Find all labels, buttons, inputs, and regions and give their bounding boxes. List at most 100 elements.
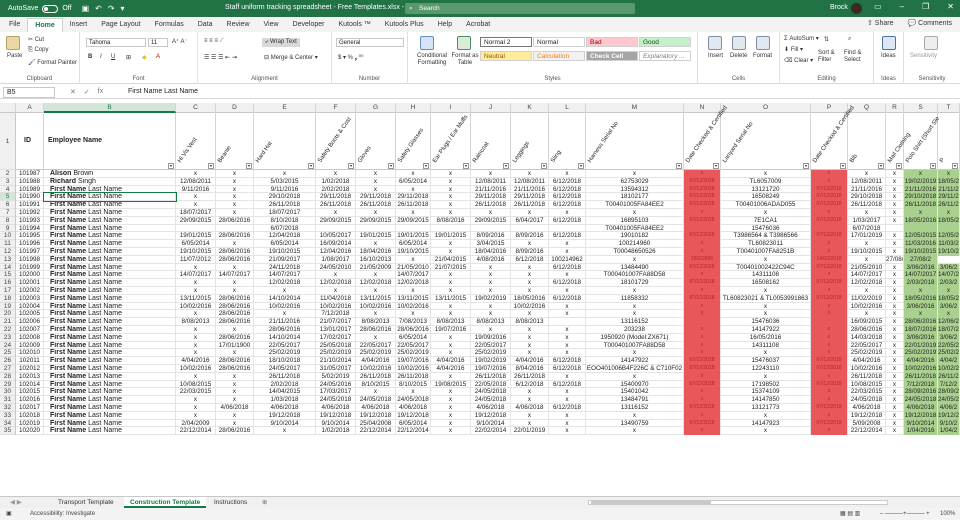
menu-tab-home[interactable]: Home — [27, 18, 63, 32]
share-button[interactable]: ⇧ Share — [867, 19, 894, 27]
cell-S[interactable]: 18/07/2016 — [904, 325, 938, 334]
cell-K[interactable]: x — [511, 325, 549, 334]
cell-H[interactable]: 6/05/2014 — [396, 240, 431, 248]
cell-F[interactable]: 12/02/2018 — [316, 279, 356, 287]
cell-id[interactable]: 102000 — [16, 271, 44, 280]
cell-R[interactable]: 27/08/2015 — [886, 255, 904, 264]
cell-I[interactable]: x — [431, 185, 471, 194]
cell-P[interactable]: x — [811, 427, 848, 436]
cell-D[interactable]: x — [216, 193, 254, 202]
filter-dropdown-icon[interactable]: ▾ — [803, 163, 809, 169]
cell-I[interactable]: x — [431, 302, 471, 311]
cell-O[interactable]: 16508162 — [721, 279, 811, 287]
row-header[interactable]: 5 — [0, 193, 15, 202]
cell-C[interactable]: x — [176, 403, 216, 412]
cancel-icon[interactable]: ✕ — [70, 88, 76, 96]
cell-id[interactable]: 101988 — [16, 177, 44, 186]
cell-J[interactable]: x — [471, 263, 511, 272]
cell-T[interactable]: 18/05/2 — [938, 216, 960, 225]
format-cells-icon[interactable] — [756, 36, 770, 50]
cell-P[interactable]: x — [811, 325, 848, 334]
cell-H[interactable]: 12/02/2018 — [396, 279, 431, 287]
row-header[interactable]: 30 — [0, 388, 15, 397]
cell-C[interactable] — [176, 224, 216, 233]
sheet-tab-transport[interactable]: Transport Template — [52, 497, 120, 508]
cell-N[interactable]: 67/12/2018 — [684, 357, 721, 365]
column-header-E[interactable]: E — [254, 103, 316, 113]
cell-C[interactable]: 19/10/2015 — [176, 247, 216, 256]
cell-J[interactable]: 19/02/2019 — [471, 357, 511, 365]
cell-N[interactable]: x — [684, 240, 721, 248]
cell-I[interactable]: x — [431, 247, 471, 256]
cell-Q[interactable]: 10/02/2016 — [848, 302, 886, 311]
filter-dropdown-icon[interactable]: ▾ — [423, 163, 429, 169]
cell-I[interactable]: x — [431, 419, 471, 428]
cell-employee-name[interactable]: First Name Last Name — [44, 427, 176, 436]
cell-K[interactable]: 4/06/2018 — [511, 403, 549, 412]
cell-employee-name[interactable]: First Name Last Name — [44, 201, 176, 209]
cell-employee-name[interactable]: First Name Last Name — [43, 192, 177, 203]
cell-id[interactable]: 102018 — [16, 411, 44, 420]
cell-J[interactable]: x — [471, 279, 511, 287]
header-col-J[interactable]: Raincoat ▾ — [471, 113, 511, 170]
menu-tab-insert[interactable]: Insert — [63, 18, 95, 32]
cell-employee-name[interactable]: First Name Last Name — [44, 411, 176, 420]
format-as-table-button[interactable]: Format as Table — [450, 53, 480, 67]
cell-J[interactable]: 26/11/2018 — [471, 201, 511, 209]
cell-Q[interactable]: 6/07/2018 — [848, 224, 886, 233]
cell-D[interactable]: 28/06/2016 — [216, 364, 254, 373]
cell-P[interactable]: x — [811, 411, 848, 420]
cell-O[interactable]: x — [721, 349, 811, 358]
filter-dropdown-icon[interactable]: ▾ — [308, 163, 314, 169]
cell-J[interactable]: 29/11/2018 — [471, 193, 511, 202]
cell-K[interactable]: 6/12/2018 — [511, 255, 549, 264]
cell-P[interactable]: x — [811, 247, 848, 256]
cell-L[interactable]: x — [549, 286, 586, 295]
comments-button[interactable]: 💬 Comments — [907, 19, 952, 27]
cell-P[interactable]: x — [811, 388, 848, 397]
cell-R[interactable]: x — [886, 388, 904, 397]
menu-tab-acrobat[interactable]: Acrobat — [459, 18, 497, 32]
cell-S[interactable]: 26/11/2018 — [904, 201, 938, 209]
cell-C[interactable]: 13/11/2015 — [176, 294, 216, 303]
cell-T[interactable]: 28/09/2 — [938, 388, 960, 397]
cell-employee-name[interactable]: First Name Last Name — [44, 232, 176, 241]
row-header[interactable]: 15 — [0, 271, 15, 280]
cell-E[interactable]: 26/11/2018 — [254, 201, 316, 209]
cell-Q[interactable]: 12/08/2011 — [848, 177, 886, 186]
cell-I[interactable]: x — [431, 403, 471, 412]
cell-C[interactable]: x — [176, 372, 216, 381]
cell-Q[interactable]: 21/11/2016 — [848, 185, 886, 194]
cell-G[interactable]: 25/02/2019 — [356, 349, 396, 358]
number-format-icons[interactable]: $ ▾ % ❟ ⁰⁰ — [338, 54, 364, 62]
cell-E[interactable]: 6/07/2018 — [254, 224, 316, 233]
cell-R[interactable]: x — [886, 419, 904, 428]
cell-E[interactable]: 6/05/2014 — [254, 240, 316, 248]
cell-E[interactable]: 26/11/2018 — [254, 372, 316, 381]
cell-F[interactable]: x — [316, 170, 356, 178]
cell-M[interactable]: T000401007FA88D58 — [586, 271, 684, 280]
column-header-G[interactable]: G — [356, 103, 396, 113]
cell-N[interactable]: x — [684, 310, 721, 319]
cell-E[interactable]: 14/04/2015 — [254, 388, 316, 397]
cell-P[interactable]: x — [811, 349, 848, 358]
cell-id[interactable]: 101989 — [16, 185, 44, 194]
header-col-H[interactable]: Safety Glasses ▾ — [396, 113, 431, 170]
header-col-N[interactable]: Date Checked & Certified ▾ — [684, 105, 729, 170]
cell-N[interactable]: x — [684, 247, 721, 256]
cell-D[interactable]: 28/06/2016 — [216, 318, 254, 326]
cell-J[interactable]: 4/06/2018 — [471, 403, 511, 412]
cell-P[interactable]: x — [811, 177, 848, 186]
cell-S[interactable]: 14/07/2017 — [904, 271, 938, 280]
cell-Q[interactable]: x — [848, 310, 886, 319]
row-header[interactable]: 21 — [0, 318, 15, 326]
cell-H[interactable] — [396, 224, 431, 233]
column-header-K[interactable]: K — [511, 103, 549, 113]
header-col-Q[interactable]: Bib ▾ — [848, 113, 886, 170]
cell-Q[interactable]: 12/02/2018 — [848, 279, 886, 287]
autosave[interactable]: AutoSave Off — [8, 4, 72, 13]
cell-I[interactable] — [431, 224, 471, 233]
cell-K[interactable]: x — [511, 170, 549, 178]
delete-cells-button[interactable]: Delete — [730, 53, 747, 59]
cell-N[interactable]: 67/12/2018 — [684, 216, 721, 225]
